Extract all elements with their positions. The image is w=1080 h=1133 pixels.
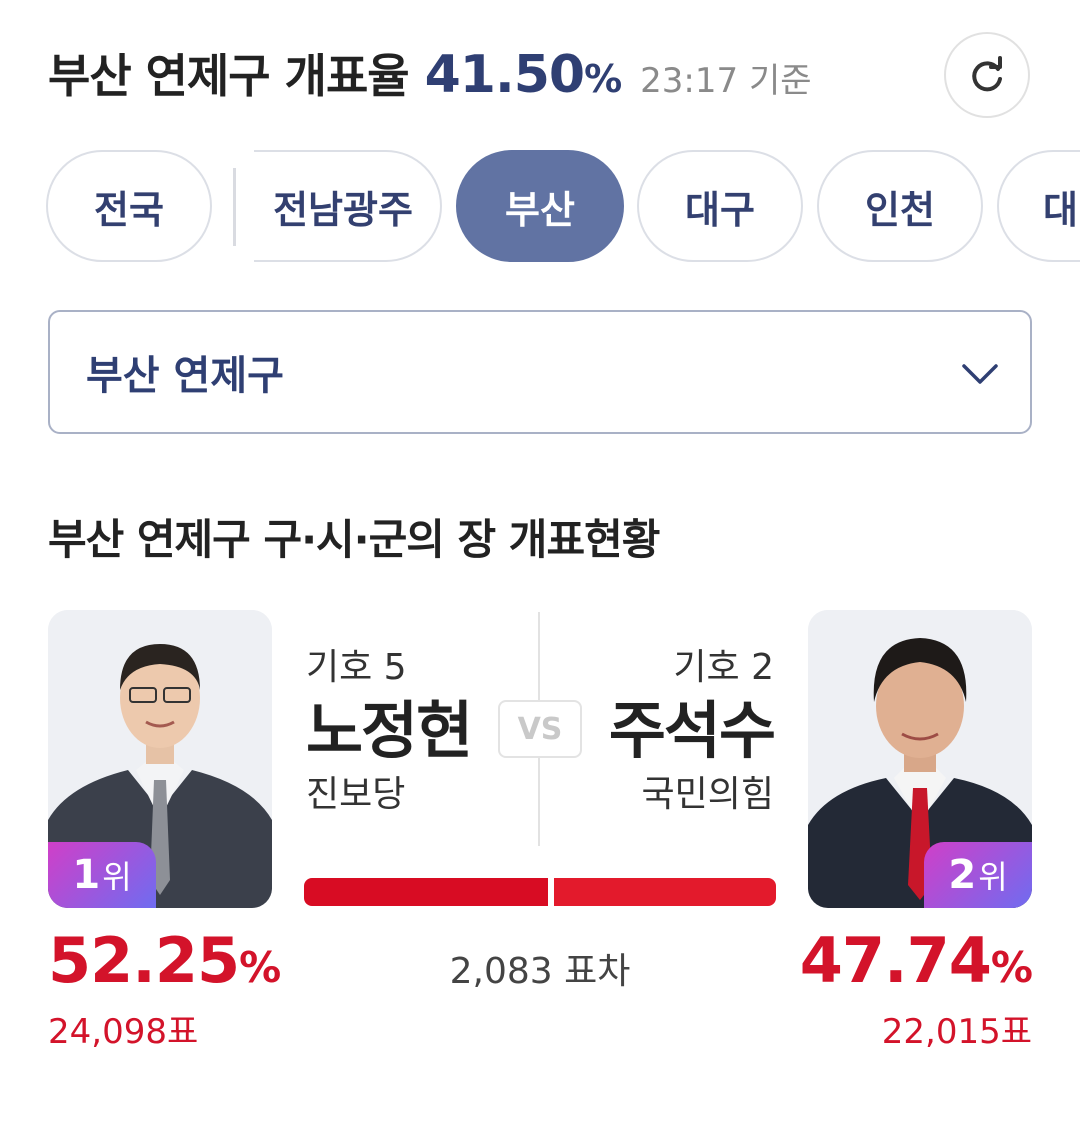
candidate-2-party: 국민의힘 <box>641 774 774 815</box>
vs-badge: VS <box>498 700 582 758</box>
chevron-down-icon <box>962 364 998 384</box>
counting-rate-unit: % <box>584 57 623 101</box>
tab-nationwide[interactable]: 전국 <box>46 150 212 262</box>
rank-badge-1: 1위 <box>48 842 156 908</box>
refresh-button[interactable] <box>944 32 1030 118</box>
district-select-value: 부산 연제구 <box>86 353 284 399</box>
vote-share-bar-1 <box>304 878 548 906</box>
candidate-1-name: 노정현 <box>306 694 473 767</box>
candidate-2-info: 기호 2 주석수 국민의힘 <box>608 646 776 818</box>
tab-next-region[interactable]: 대 <box>997 150 1080 262</box>
candidate-2-name: 주석수 <box>608 694 776 767</box>
district-select[interactable]: 부산 연제구 <box>48 310 1032 434</box>
tab-divider <box>233 168 236 246</box>
candidate-2-votes: 22,015표 <box>881 1012 1032 1052</box>
refresh-icon <box>972 56 1002 92</box>
candidate-2-percent: 47.74% <box>799 924 1033 997</box>
candidate-1-photo: 1위 <box>48 610 272 908</box>
candidate-1-votes: 24,098표 <box>48 1012 199 1052</box>
header: 부산 연제구 개표율 41.50% 23:17 기준 <box>48 40 812 110</box>
tab-busan[interactable]: 부산 <box>456 150 624 262</box>
section-title: 부산 연제구 구·시·군의 장 개표현황 <box>48 515 660 564</box>
candidate-2-number: 기호 2 <box>673 647 774 688</box>
tab-daegu[interactable]: 대구 <box>637 150 803 262</box>
candidate-1-party: 진보당 <box>306 774 406 815</box>
counting-rate: 41.50 <box>424 45 585 105</box>
candidate-1-number: 기호 5 <box>306 647 407 688</box>
updated-time: 23:17 기준 <box>640 61 812 101</box>
vote-gap: 2,083 표차 <box>449 951 631 992</box>
region-tabs: 전국 전남광주 부산 대구 인천 대 <box>0 150 1080 262</box>
page-title: 부산 연제구 개표율 <box>48 49 410 103</box>
vote-share-bar-2 <box>554 878 776 906</box>
candidate-2-photo: 2위 <box>808 610 1032 908</box>
candidate-1-info: 기호 5 노정현 진보당 <box>306 646 473 818</box>
rank-badge-2: 2위 <box>924 842 1032 908</box>
candidate-1-percent: 52.25% <box>48 924 281 997</box>
tab-incheon[interactable]: 인천 <box>817 150 983 262</box>
